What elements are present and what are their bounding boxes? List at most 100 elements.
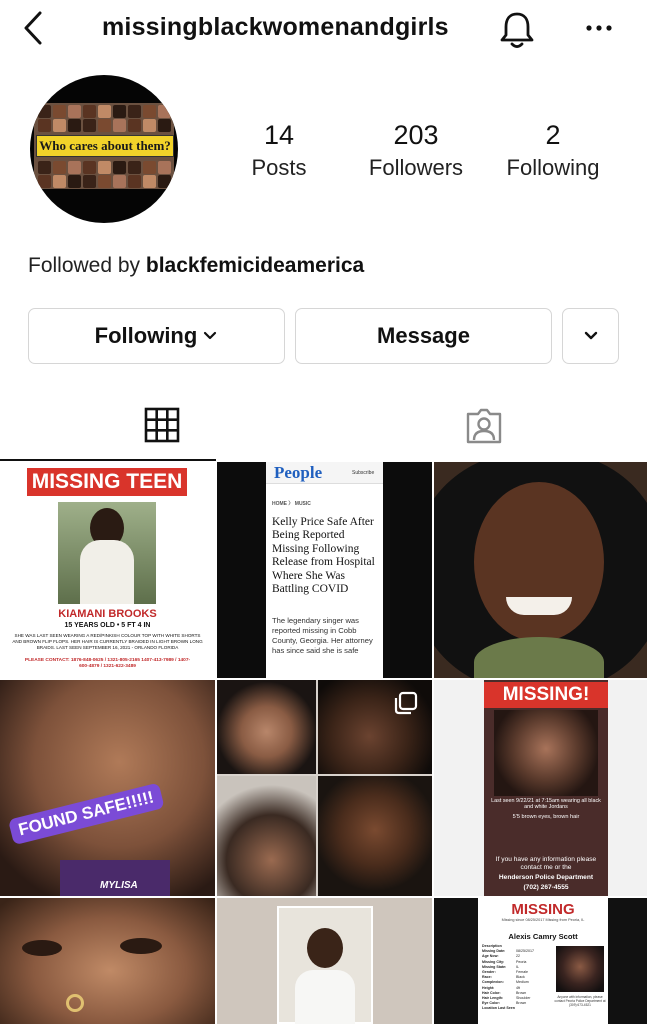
- record-page: MISSING Missing since 08/25/2017 Missing…: [478, 898, 608, 1024]
- following-count[interactable]: 2 Following: [488, 120, 618, 181]
- more-horizontal-icon: [586, 25, 612, 31]
- flyer-phone: (702) 267-4555: [523, 884, 569, 891]
- avatar-collage-tile: [158, 161, 171, 174]
- following-count-label: Following: [506, 155, 600, 180]
- posts-count-label: Posts: [251, 155, 307, 180]
- flyer-last-seen: Last seen 9/22/21 at 7:15am wearing all …: [491, 798, 601, 811]
- avatar-collage-tile: [143, 105, 156, 118]
- post-missing-flyer-henderson[interactable]: MISSING! Last seen 9/22/21 at 7:15am wea…: [434, 680, 647, 896]
- chevron-left-icon: [24, 11, 42, 45]
- tab-posts-grid[interactable]: [143, 406, 181, 444]
- avatar-collage-tile: [128, 161, 141, 174]
- record-field-label: Location Last Seen: [482, 1006, 515, 1011]
- followers-count-value: 203: [393, 120, 439, 150]
- flyer-photo: [494, 710, 598, 796]
- avatar-collage-tile: [38, 119, 51, 132]
- avatar-collage-tile: [38, 161, 51, 174]
- avatar-collage-tile: [53, 161, 66, 174]
- post-eye-right: [120, 938, 162, 954]
- avatar-collage-tile: [158, 105, 171, 118]
- post-person-details: 15 YEARS OLD • 5 FT 4 IN: [64, 622, 151, 629]
- people-logo: People: [274, 463, 323, 482]
- message-button-label: Message: [377, 323, 470, 348]
- article-page: People Subscribe HOME 〉 MUSIC Kelly Pric…: [266, 462, 383, 678]
- tagged-person-icon: [466, 408, 502, 444]
- tab-tagged[interactable]: [464, 406, 504, 446]
- message-button[interactable]: Message: [295, 308, 552, 364]
- post-portrait-smiling-woman[interactable]: [434, 462, 647, 678]
- avatar-banner-text: Who cares about them?: [36, 135, 174, 157]
- avatar-collage-tile: [83, 175, 96, 188]
- post-person-name: KIAMANI BROOKS: [58, 608, 157, 620]
- record-field-value: Brown: [516, 1001, 527, 1006]
- subscribe-text: Subscribe: [352, 470, 375, 476]
- flyer-description: 5'5 brown eyes, brown hair: [512, 814, 580, 820]
- back-button[interactable]: [18, 10, 48, 46]
- avatar-collage-tile: [113, 119, 126, 132]
- post-photo-collage[interactable]: [217, 680, 432, 896]
- avatar-collage-tile: [53, 119, 66, 132]
- post-contact: PLEASE CONTACT: 1876-848-0625 / 1321-805…: [24, 658, 191, 669]
- record-footnote: Anyone with information, please contact …: [554, 995, 606, 1007]
- avatar-collage-tile: [143, 161, 156, 174]
- followed-by-text[interactable]: Followed by blackfemicideamerica: [28, 254, 364, 278]
- record-field-row: Location Last Seen: [482, 1006, 552, 1011]
- avatar-collage-tile: [113, 105, 126, 118]
- avatar-collage-tile: [53, 175, 66, 188]
- post-found-safe[interactable]: MYLISA FOUND SAFE!!!!!: [0, 680, 215, 896]
- post-face: [474, 482, 604, 642]
- post-missing-teen-kiamani[interactable]: MISSING TEEN KIAMANI BROOKS 15 YEARS OLD…: [0, 462, 215, 678]
- notifications-button[interactable]: [497, 8, 537, 50]
- avatar-collage-tile: [98, 119, 111, 132]
- followed-by-user: blackfemicideamerica: [145, 254, 365, 277]
- flyer-appeal: If you have any information please conta…: [495, 856, 597, 871]
- post-description: SHE WAS LAST SEEN WEARING A RED/PINKISH …: [12, 633, 203, 650]
- chevron-down-icon: [584, 331, 597, 340]
- avatar-collage-tile: [83, 161, 96, 174]
- avatar-collage-tile: [38, 175, 51, 188]
- post-missing-record-alexis[interactable]: MISSING Missing since 08/25/2017 Missing…: [434, 898, 647, 1024]
- post-child-shirt: [295, 970, 355, 1024]
- avatar-collage-tile: [113, 175, 126, 188]
- followers-count[interactable]: 203 Followers: [351, 120, 481, 181]
- post-photo: [0, 898, 215, 1024]
- avatar-collage-tile: [143, 119, 156, 132]
- article-summary: The legendary singer was reported missin…: [272, 616, 373, 655]
- profile-avatar[interactable]: Who cares about them?: [30, 75, 178, 223]
- posts-count-value: 14: [263, 120, 295, 150]
- post-child-photo[interactable]: [217, 898, 432, 1024]
- collage-photo-3: [217, 776, 316, 896]
- avatar-collage-tile: [113, 161, 126, 174]
- post-closeup-face[interactable]: [0, 898, 215, 1024]
- avatar-collage-tile: [143, 175, 156, 188]
- post-photo: [58, 502, 156, 604]
- avatar-collage-tile: [158, 119, 171, 132]
- post-nose-ring: [66, 994, 84, 1012]
- article-breadcrumb: HOME 〉 MUSIC: [272, 501, 311, 507]
- posts-count[interactable]: 14 Posts: [214, 120, 344, 181]
- grid-icon: [144, 407, 180, 443]
- bell-icon: [500, 12, 534, 48]
- avatar-collage-tile: [68, 105, 81, 118]
- record-subheader: Missing since 08/25/2017 Missing from Pe…: [501, 918, 585, 922]
- flyer-police-dept: Henderson Police Department: [498, 874, 594, 881]
- flyer-header: MISSING!: [484, 682, 608, 708]
- suggested-accounts-button[interactable]: [562, 308, 619, 364]
- avatar-collage-tile: [98, 161, 111, 174]
- record-header: MISSING: [511, 901, 575, 918]
- post-child-head: [307, 928, 343, 968]
- following-button-label: Following: [94, 323, 198, 348]
- chevron-down-icon: [204, 331, 217, 340]
- avatar-collage-tile: [128, 105, 141, 118]
- avatar-collage-tile: [128, 175, 141, 188]
- avatar-collage-tile: [128, 119, 141, 132]
- more-options-button[interactable]: [583, 16, 615, 40]
- post-people-article[interactable]: People Subscribe HOME 〉 MUSIC Kelly Pric…: [217, 462, 432, 678]
- followers-count-label: Followers: [368, 155, 464, 180]
- record-photo: [556, 946, 604, 992]
- followed-by-prefix: Followed by: [28, 254, 146, 277]
- avatar-collage-tile: [83, 105, 96, 118]
- following-button[interactable]: Following: [28, 308, 285, 364]
- profile-username: missingblackwomenandgirls: [102, 13, 449, 41]
- avatar-collage-tile: [158, 175, 171, 188]
